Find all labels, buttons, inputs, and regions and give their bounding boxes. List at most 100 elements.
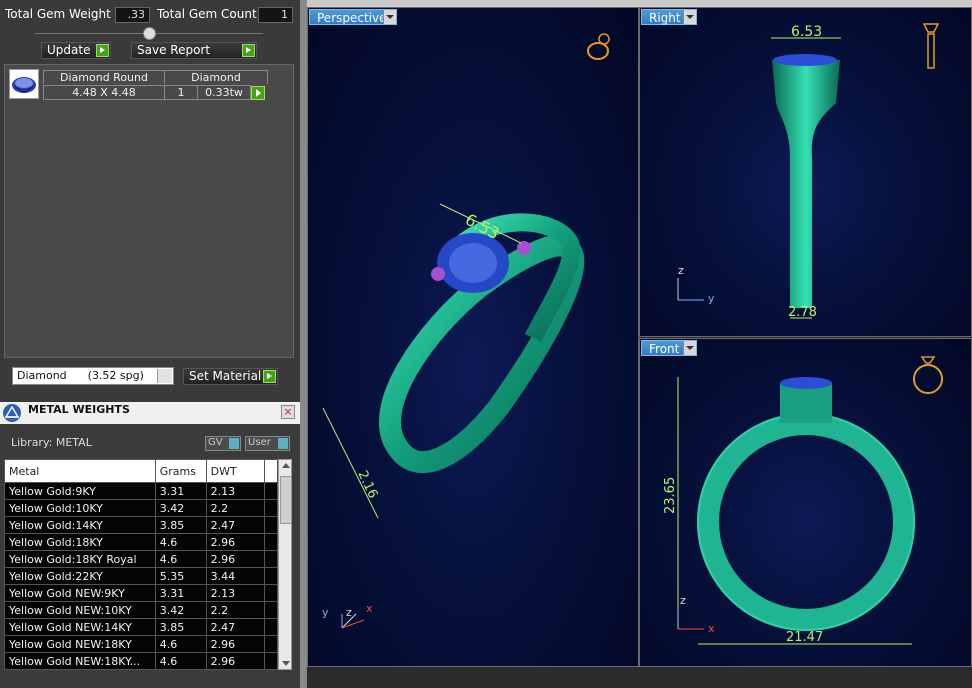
axis-triad-icon bbox=[677, 607, 704, 630]
cell-dwt: 2.13 bbox=[205, 482, 266, 500]
table-row[interactable]: Yellow Gold NEW:10KY 3.42 2.2 bbox=[4, 601, 278, 619]
cell-dwt: 2.2 bbox=[205, 601, 266, 619]
axis-z-label: z bbox=[678, 264, 684, 277]
cell-grams: 3.85 bbox=[154, 618, 207, 636]
axis-y-label: y bbox=[322, 606, 329, 619]
material-select[interactable]: Diamond (3.52 spg) bbox=[12, 367, 174, 385]
table-row[interactable]: Yellow Gold:9KY 3.31 2.13 bbox=[4, 482, 278, 500]
right-dimension-width: 6.53 bbox=[791, 24, 822, 40]
gem-row-go-button[interactable] bbox=[251, 86, 265, 100]
cell-metal: Yellow Gold NEW:14KY bbox=[4, 618, 156, 636]
cell-metal: Yellow Gold NEW:10KY bbox=[4, 601, 156, 619]
table-row[interactable]: Yellow Gold:18KY 4.6 2.96 bbox=[4, 533, 278, 551]
metal-table-scrollbar[interactable] bbox=[278, 459, 292, 670]
right-dimension-bottom: 2.78 bbox=[788, 305, 817, 320]
save-report-button[interactable]: Save Report bbox=[131, 42, 257, 59]
table-row[interactable]: Yellow Gold:22KY 5.35 3.44 bbox=[4, 567, 278, 585]
axis-triad-icon bbox=[677, 278, 704, 301]
cell-grams: 4.6 bbox=[154, 550, 207, 568]
column-header-metal[interactable]: Metal bbox=[4, 459, 156, 483]
cell-metal: Yellow Gold NEW:18KY... bbox=[4, 652, 156, 670]
gem-list: Diamond Round Diamond 4.48 X 4.48 1 0.33… bbox=[4, 64, 294, 358]
table-header-row: Metal Grams DWT bbox=[4, 459, 278, 483]
cell-spacer bbox=[264, 516, 278, 534]
cell-grams: 3.42 bbox=[154, 499, 207, 517]
column-header-grams[interactable]: Grams bbox=[154, 459, 207, 483]
front-dimension-height: 23.65 bbox=[663, 477, 678, 514]
arrow-right-icon bbox=[96, 44, 109, 57]
metal-weights-header: METAL WEIGHTS × bbox=[0, 402, 300, 424]
ring-perspective-icon[interactable] bbox=[584, 31, 616, 63]
close-icon[interactable]: × bbox=[281, 405, 295, 419]
panel-divider[interactable] bbox=[300, 0, 307, 688]
cell-grams: 3.31 bbox=[154, 482, 207, 500]
cell-grams: 3.85 bbox=[154, 516, 207, 534]
axis-z-label: z bbox=[346, 606, 352, 619]
column-header-spacer bbox=[264, 459, 278, 483]
ring-front-icon[interactable] bbox=[910, 349, 946, 397]
cell-dwt: 2.96 bbox=[205, 550, 266, 568]
cell-spacer bbox=[264, 601, 278, 619]
bottom-status-strip bbox=[307, 667, 972, 688]
cell-spacer bbox=[264, 567, 278, 585]
cell-grams: 4.6 bbox=[154, 652, 207, 670]
scroll-thumb[interactable] bbox=[280, 476, 292, 524]
front-viewport[interactable]: Front 23.65 21.47 z x bbox=[639, 338, 972, 667]
scroll-up-icon[interactable] bbox=[282, 463, 290, 468]
gem-size-cell: 4.48 X 4.48 bbox=[43, 85, 165, 100]
cell-grams: 4.6 bbox=[154, 533, 207, 551]
metal-weights-table: Metal Grams DWT Yellow Gold:9KY 3.31 2.13 Y… bbox=[4, 459, 278, 670]
table-row[interactable]: Yellow Gold:18KY Royal 4.6 2.96 bbox=[4, 550, 278, 568]
cell-metal: Yellow Gold:9KY bbox=[4, 482, 156, 500]
cell-metal: Yellow Gold NEW:18KY bbox=[4, 635, 156, 653]
total-gem-count-field[interactable]: 1 bbox=[258, 7, 293, 23]
toggle-indicator-icon bbox=[278, 438, 288, 449]
cell-dwt: 2.96 bbox=[205, 533, 266, 551]
cell-metal: Yellow Gold NEW:9KY bbox=[4, 584, 156, 602]
scroll-down-icon[interactable] bbox=[282, 661, 290, 666]
gem-weight-cell: 0.33tw bbox=[197, 85, 251, 100]
perspective-viewport[interactable]: Perspective 6.53 2.16 y z x bbox=[307, 7, 639, 667]
table-row[interactable]: Yellow Gold NEW:9KY 3.31 2.13 bbox=[4, 584, 278, 602]
table-row[interactable]: Yellow Gold:14KY 3.85 2.47 bbox=[4, 516, 278, 534]
update-button[interactable]: Update bbox=[41, 42, 111, 59]
cell-dwt: 2.47 bbox=[205, 516, 266, 534]
table-row[interactable]: Yellow Gold NEW:18KY 4.6 2.96 bbox=[4, 635, 278, 653]
front-dimension-width: 21.47 bbox=[786, 630, 823, 645]
right-viewport[interactable]: Right 6.53 2.78 z y bbox=[639, 7, 972, 337]
cell-metal: Yellow Gold:18KY Royal bbox=[4, 550, 156, 568]
cell-metal: Yellow Gold:10KY bbox=[4, 499, 156, 517]
axis-x-label: x bbox=[366, 602, 373, 615]
cell-spacer bbox=[264, 533, 278, 551]
user-toggle[interactable]: User bbox=[245, 436, 290, 451]
axis-y-label: y bbox=[708, 292, 715, 305]
total-gem-weight-field[interactable]: .33 bbox=[115, 7, 150, 23]
ring-side-icon[interactable] bbox=[916, 18, 946, 72]
gv-toggle[interactable]: GV bbox=[205, 436, 241, 451]
toggle-indicator-icon bbox=[229, 438, 239, 449]
arrow-right-icon bbox=[263, 370, 276, 383]
top-tab-strip bbox=[307, 0, 972, 7]
cell-dwt: 2.96 bbox=[205, 652, 266, 670]
column-header-dwt[interactable]: DWT bbox=[205, 459, 266, 483]
cell-metal: Yellow Gold:18KY bbox=[4, 533, 156, 551]
gem-shape-header: Diamond Round bbox=[43, 70, 165, 84]
diamond-thumbnail-icon bbox=[9, 69, 39, 99]
table-row[interactable]: Yellow Gold NEW:14KY 3.85 2.47 bbox=[4, 618, 278, 636]
gem-row[interactable]: Diamond Round Diamond 4.48 X 4.48 1 0.33… bbox=[7, 67, 269, 101]
gem-qty-cell: 1 bbox=[164, 85, 198, 100]
set-material-button[interactable]: Set Material bbox=[183, 368, 278, 385]
total-gem-weight-label: Total Gem Weight bbox=[5, 7, 111, 21]
axis-x-label: x bbox=[708, 622, 715, 635]
cell-spacer bbox=[264, 584, 278, 602]
chevron-down-icon bbox=[157, 369, 172, 383]
left-panel: Total Gem Weight .33 Total Gem Count 1 U… bbox=[0, 0, 300, 688]
perspective-dimension-side: 2.16 bbox=[354, 468, 380, 501]
cell-spacer bbox=[264, 618, 278, 636]
splitter-handle-icon[interactable] bbox=[143, 27, 156, 40]
table-row[interactable]: Yellow Gold NEW:18KY... 4.6 2.96 bbox=[4, 652, 278, 670]
cell-grams: 4.6 bbox=[154, 635, 207, 653]
cell-spacer bbox=[264, 499, 278, 517]
library-label: Library: METAL bbox=[11, 436, 92, 449]
table-row[interactable]: Yellow Gold:10KY 3.42 2.2 bbox=[4, 499, 278, 517]
